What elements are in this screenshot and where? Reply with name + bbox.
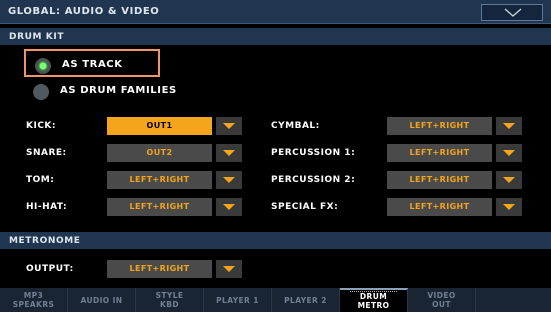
percussion-2-label: PERCUSSION 2:	[271, 175, 356, 185]
tab-mp3-speakers-line1: MP3	[23, 291, 44, 300]
tab-mp3-speakers-line2: SPEAKRS	[12, 300, 55, 309]
radio-as-track[interactable]: AS TRACK	[24, 49, 160, 77]
global-audio-video-page: GLOBAL: AUDIO & VIDEO DRUM KIT AS TRACK …	[0, 0, 551, 312]
radio-as-drum-families[interactable]: AS DRUM FAMILIES	[24, 77, 214, 105]
special-fx-label: SPECIAL FX:	[271, 202, 339, 212]
metronome-section-label: METRONOME	[9, 236, 81, 246]
cymbal-output-field[interactable]: LEFT+RIGHT	[387, 117, 492, 135]
tab-player-2-label: PLAYER 2	[284, 295, 327, 305]
percussion-2-output-field[interactable]: LEFT+RIGHT	[387, 171, 492, 189]
page-menu-button[interactable]	[481, 4, 543, 21]
tab-video-out[interactable]: VIDEO OUT	[408, 288, 476, 312]
page-title: GLOBAL: AUDIO & VIDEO	[8, 6, 160, 17]
hi-hat-dropdown-button[interactable]	[216, 198, 242, 216]
percussion-1-dropdown-button[interactable]	[496, 144, 522, 162]
snare-label: SNARE:	[26, 148, 67, 158]
radio-off-icon	[33, 84, 49, 100]
special-fx-output-field[interactable]: LEFT+RIGHT	[387, 198, 492, 216]
drum-kit-section-label: DRUM KIT	[9, 32, 65, 42]
radio-as-track-label: AS TRACK	[62, 59, 123, 70]
tab-player-1-label: PLAYER 1	[216, 295, 259, 305]
radio-as-drum-families-label: AS DRUM FAMILIES	[60, 85, 177, 96]
title-bar: GLOBAL: AUDIO & VIDEO	[0, 0, 551, 24]
metronome-section: OUTPUT: LEFT+RIGHT	[0, 249, 551, 287]
kick-output-field[interactable]: OUT1	[107, 117, 212, 135]
tab-mp3-speakers[interactable]: MP3 SPEAKRS	[0, 288, 68, 312]
tab-empty	[476, 288, 551, 312]
cymbal-label: CYMBAL:	[271, 121, 320, 131]
metronome-output-field[interactable]: LEFT+RIGHT	[107, 260, 212, 278]
percussion-1-label: PERCUSSION 1:	[271, 148, 356, 158]
drum-kit-section: AS TRACK AS DRUM FAMILIES KICK: OUT1 SNA…	[0, 45, 551, 228]
metronome-section-header: METRONOME	[0, 232, 551, 249]
tab-drum-metro[interactable]: DRUM METRO	[340, 288, 408, 312]
kick-dropdown-button[interactable]	[216, 117, 242, 135]
tab-video-out-line2: OUT	[432, 300, 451, 309]
snare-output-field[interactable]: OUT2	[107, 144, 212, 162]
drum-kit-section-header: DRUM KIT	[0, 28, 551, 45]
tab-drum-metro-line1: DRUM	[359, 292, 388, 301]
tom-dropdown-button[interactable]	[216, 171, 242, 189]
percussion-2-dropdown-button[interactable]	[496, 171, 522, 189]
tab-bar: MP3 SPEAKRS AUDIO IN STYLE KBD PLAYER 1 …	[0, 288, 551, 312]
cymbal-dropdown-button[interactable]	[496, 117, 522, 135]
radio-on-icon	[35, 58, 51, 74]
tab-style-kbd-line2: KBD	[160, 300, 179, 309]
hi-hat-label: HI-HAT:	[26, 202, 68, 212]
chevron-down-icon	[504, 8, 522, 17]
metronome-output-dropdown-button[interactable]	[216, 260, 242, 278]
snare-dropdown-button[interactable]	[216, 144, 242, 162]
hi-hat-output-field[interactable]: LEFT+RIGHT	[107, 198, 212, 216]
tab-player-1[interactable]: PLAYER 1	[204, 288, 272, 312]
percussion-1-output-field[interactable]: LEFT+RIGHT	[387, 144, 492, 162]
tab-audio-in[interactable]: AUDIO IN	[68, 288, 136, 312]
tab-audio-in-label: AUDIO IN	[80, 295, 123, 305]
tab-video-out-line1: VIDEO	[427, 291, 456, 300]
metronome-output-label: OUTPUT:	[26, 264, 74, 274]
tab-player-2[interactable]: PLAYER 2	[272, 288, 340, 312]
tom-output-field[interactable]: LEFT+RIGHT	[107, 171, 212, 189]
tom-label: TOM:	[26, 175, 55, 185]
tab-style-kbd-line1: STYLE	[155, 291, 184, 300]
tab-drum-metro-line2: METRO	[357, 301, 390, 310]
kick-label: KICK:	[26, 121, 57, 131]
special-fx-dropdown-button[interactable]	[496, 198, 522, 216]
tab-style-kbd[interactable]: STYLE KBD	[136, 288, 204, 312]
